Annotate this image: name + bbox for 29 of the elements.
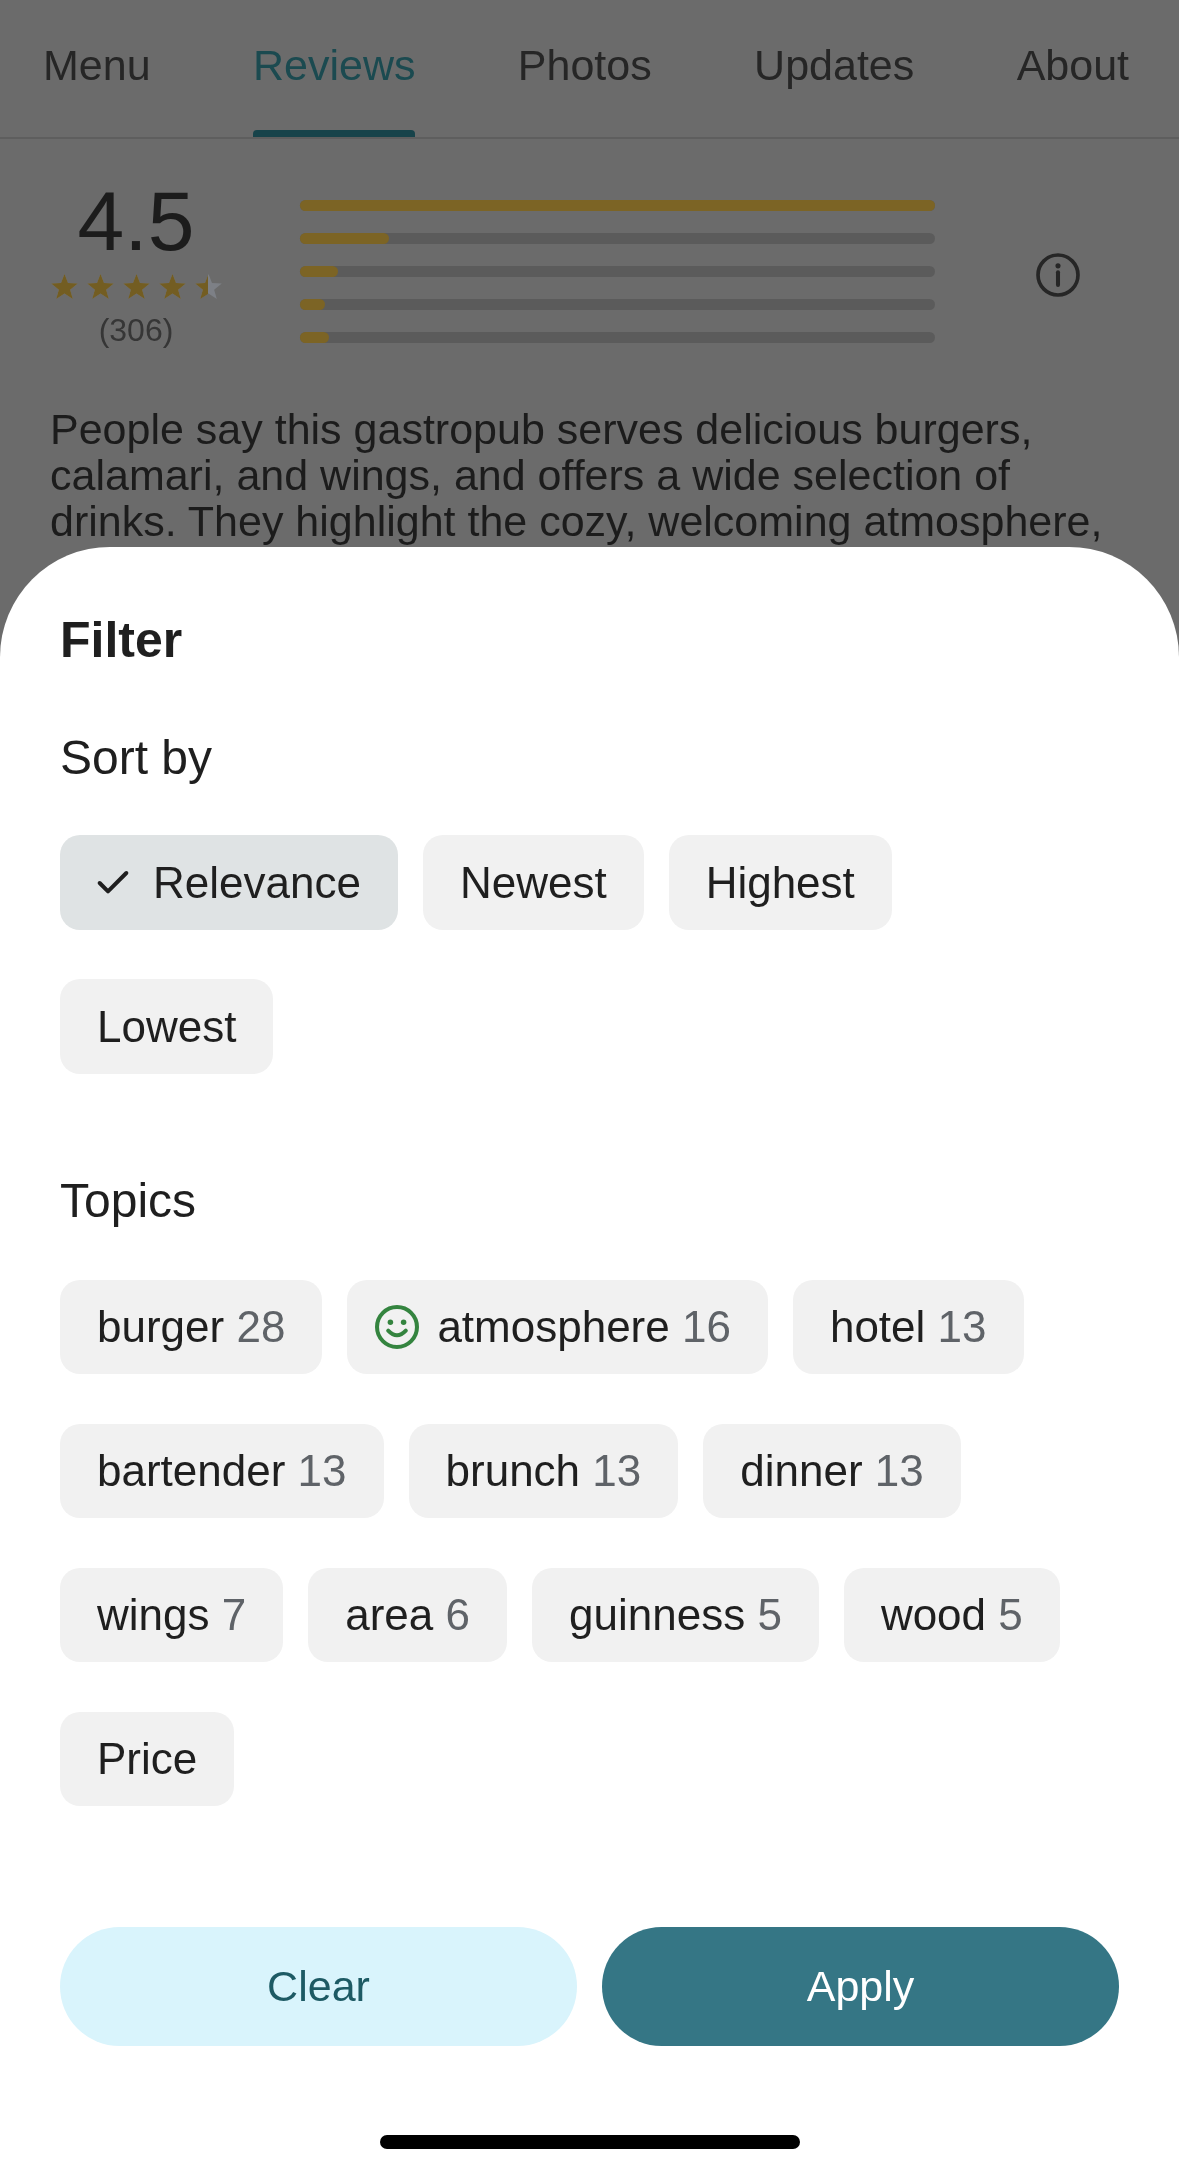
topic-chip[interactable]: Price — [60, 1712, 235, 1806]
section-heading: Topics — [60, 1173, 197, 1229]
topic-chip[interactable]: wood 5 — [843, 1568, 1060, 1662]
topic-chip[interactable]: atmosphere 16 — [347, 1280, 768, 1374]
review-summary: People say this gastropub serves delicious burgers, calamari, and wings, and offers a wide selection of drinks. They highlight the cozy, welcoming atmosphere, — [50, 406, 1104, 544]
topic-chip[interactable]: dinner 13 — [703, 1424, 961, 1518]
star-icon — [86, 274, 114, 299]
topic-chip[interactable]: hotel 13 — [792, 1280, 1024, 1374]
topic-chip[interactable]: brunch 13 — [408, 1424, 679, 1518]
star-icon — [50, 274, 78, 299]
topic-chip[interactable]: bartender 13 — [60, 1424, 384, 1518]
star-icon — [122, 274, 150, 299]
star-icon — [158, 274, 186, 299]
topic-chip[interactable]: area 6 — [308, 1568, 507, 1662]
info-icon[interactable] — [1036, 253, 1080, 297]
smiley-icon — [375, 1305, 420, 1349]
sort-chip[interactable]: Highest — [668, 835, 892, 930]
clear-button[interactable]: Clear — [60, 1927, 577, 2046]
sort-chip[interactable]: Lowest — [60, 979, 274, 1074]
sort-chip[interactable]: Newest — [422, 835, 644, 930]
section-heading: Sort by — [60, 730, 213, 786]
topic-chip[interactable]: burger 28 — [60, 1280, 323, 1374]
sheet-title: Filter — [60, 611, 183, 670]
topic-chip[interactable]: guinness 5 — [532, 1568, 819, 1662]
sort-chip[interactable]: Relevance — [60, 835, 398, 930]
rating-score: 4.5 — [77, 179, 195, 263]
apply-button[interactable]: Apply — [602, 1927, 1119, 2046]
star-icon — [194, 274, 222, 299]
topic-chip[interactable]: wings 7 — [60, 1568, 284, 1662]
